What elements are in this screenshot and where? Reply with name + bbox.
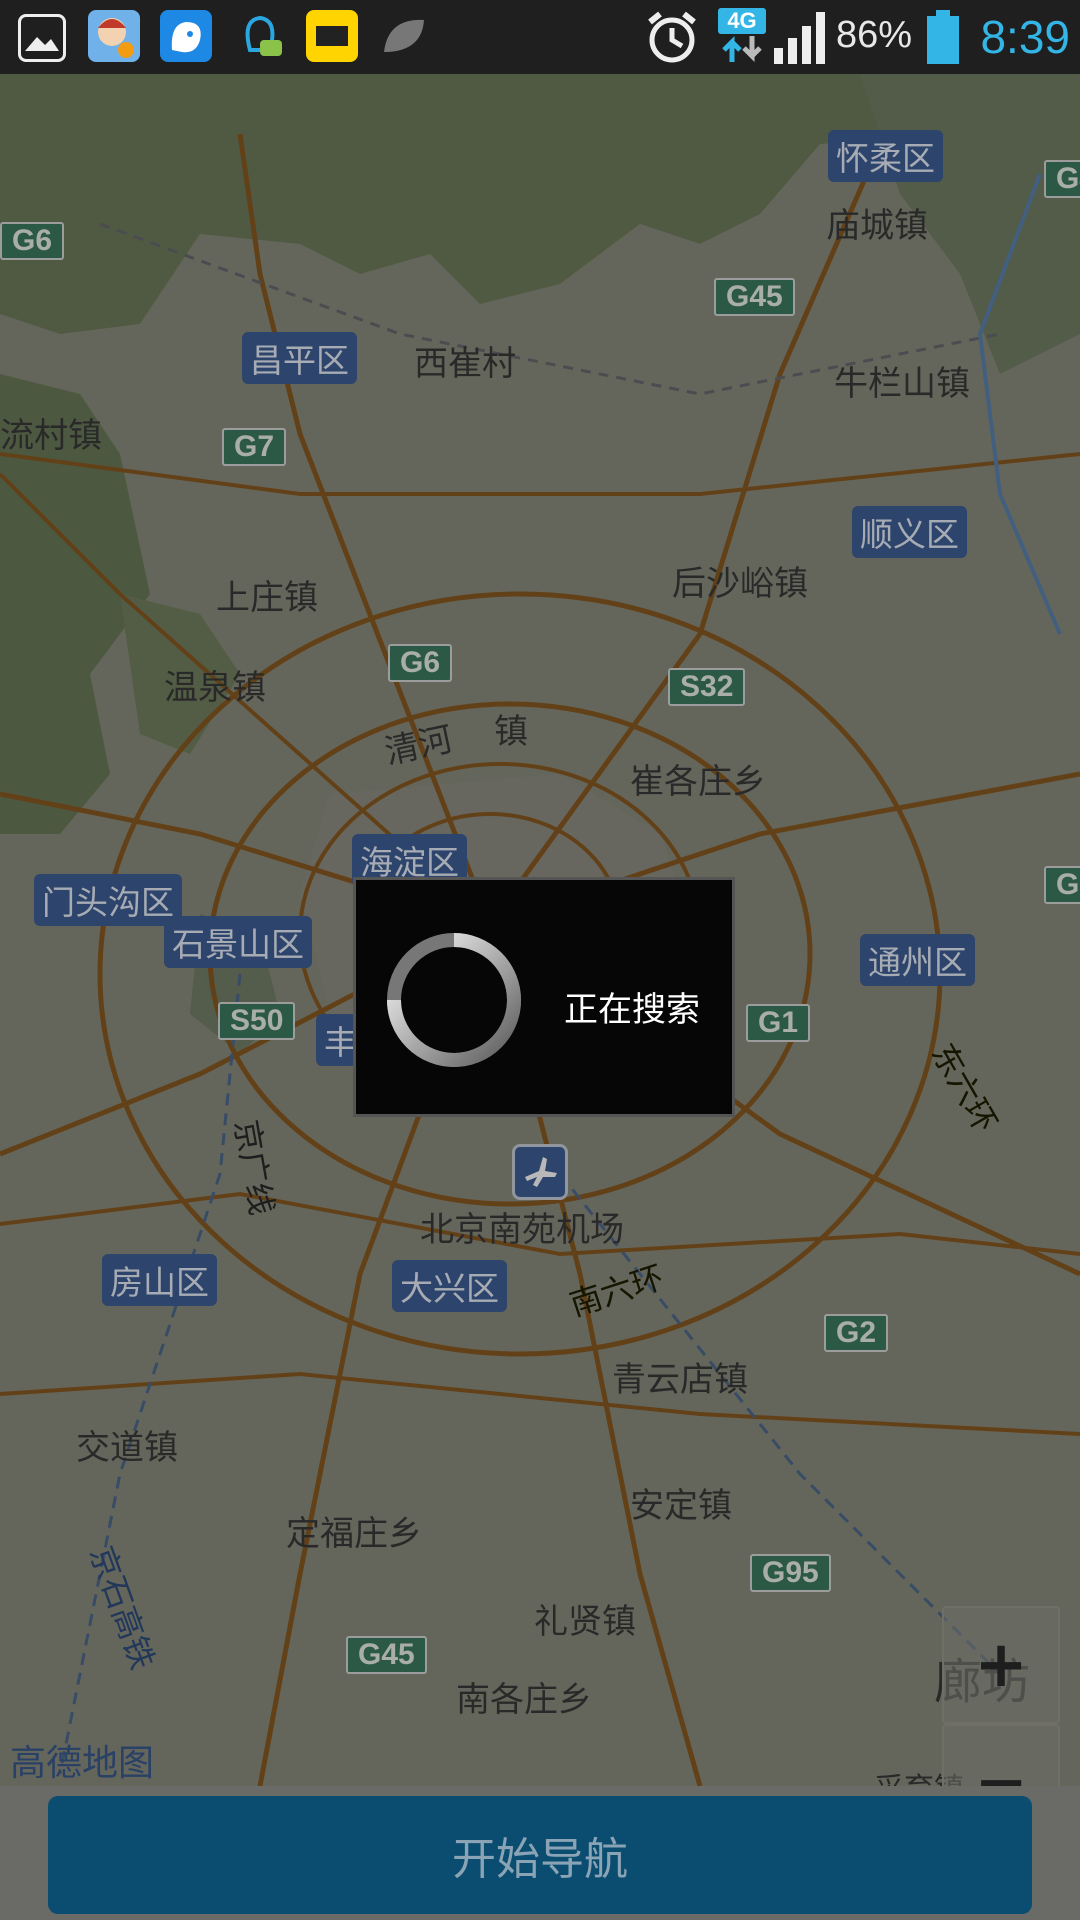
gallery-icon — [18, 14, 66, 62]
network-type-label: 4G — [718, 8, 766, 34]
leaf-icon — [378, 10, 430, 62]
dog-app-icon — [160, 10, 212, 62]
loading-dialog: 正在搜索 — [353, 877, 735, 1117]
battery-icon — [924, 8, 962, 66]
signal-icon — [772, 8, 832, 66]
start-navigation-button[interactable]: 开始导航 — [48, 1796, 1032, 1914]
qq-icon — [234, 10, 286, 62]
network-4g-icon: 4G — [718, 8, 766, 66]
loading-message: 正在搜索 — [564, 990, 700, 1030]
status-bar: 4G 86% 8:39 — [0, 0, 1080, 74]
loading-spinner-icon — [384, 930, 524, 1070]
bottom-bar: 开始导航 — [0, 1786, 1080, 1920]
battery-percent: 86% — [835, 14, 912, 56]
xianyu-icon — [306, 10, 358, 62]
game-app-icon — [88, 10, 140, 62]
clock-time: 8:39 — [980, 11, 1070, 63]
alarm-icon — [644, 8, 700, 66]
